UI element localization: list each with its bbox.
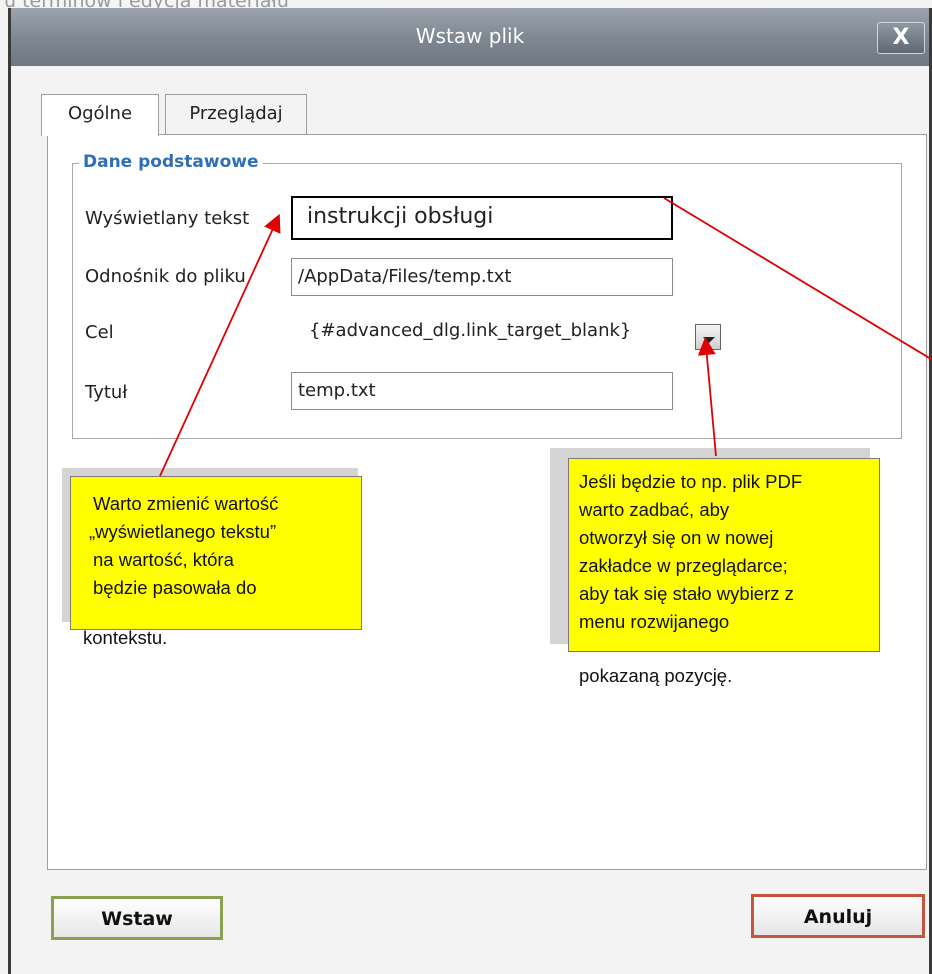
- right-note-line: pokazaną pozycję.: [579, 665, 733, 686]
- display-text-input[interactable]: instrukcji obsługi: [291, 196, 673, 240]
- display-text-label: Wyświetlany tekst: [85, 208, 250, 229]
- file-link-input[interactable]: /AppData/Files/temp.txt: [291, 258, 673, 296]
- close-button[interactable]: X: [877, 22, 925, 54]
- right-note-line: menu rozwijanego: [579, 611, 730, 632]
- tab-general[interactable]: Ogólne: [41, 94, 159, 136]
- right-note-line: aby tak się stało wybierz z: [579, 583, 794, 604]
- dialog-title: Wstaw plik: [415, 24, 525, 48]
- title-input[interactable]: temp.txt: [291, 372, 673, 410]
- right-annotation-note: Jeśli będzie to np. plik PDF warto zadba…: [568, 458, 880, 686]
- left-note-line: kontekstu.: [83, 627, 168, 648]
- target-label: Cel: [85, 322, 114, 343]
- target-select[interactable]: {#advanced_dlg.link_target_blank}: [309, 320, 631, 341]
- left-note-line: „wyświetlanego tekstu”: [89, 521, 277, 542]
- right-note-line: otworzył się on w nowej: [579, 527, 774, 548]
- cancel-button[interactable]: Anuluj: [751, 894, 925, 938]
- left-note-line: będzie pasowała do: [93, 577, 257, 598]
- left-note-line: Warto zmienić wartość: [93, 493, 279, 514]
- title-label: Tytuł: [85, 382, 128, 403]
- target-dropdown-button[interactable]: [695, 324, 721, 350]
- basic-data-fieldset: Dane podstawowe Wyświetlany tekst instru…: [72, 152, 902, 439]
- chevron-down-icon: [703, 337, 715, 343]
- right-note-line: warto zadbać, aby: [579, 499, 730, 520]
- fieldset-legend: Dane podstawowe: [79, 152, 263, 172]
- right-note-line: Jeśli będzie to np. plik PDF: [579, 471, 803, 492]
- dialog-titlebar: Wstaw plik X: [11, 8, 929, 66]
- left-annotation-note: Warto zmienić wartość „wyświetlanego tek…: [70, 476, 362, 648]
- right-note-line: zakładce w przeglądarce;: [579, 555, 788, 576]
- insert-button[interactable]: Wstaw: [51, 896, 223, 940]
- file-link-label: Odnośnik do pliku: [85, 266, 246, 287]
- tab-browse[interactable]: Przeglądaj: [165, 94, 307, 134]
- left-note-line: na wartość, która: [93, 549, 234, 570]
